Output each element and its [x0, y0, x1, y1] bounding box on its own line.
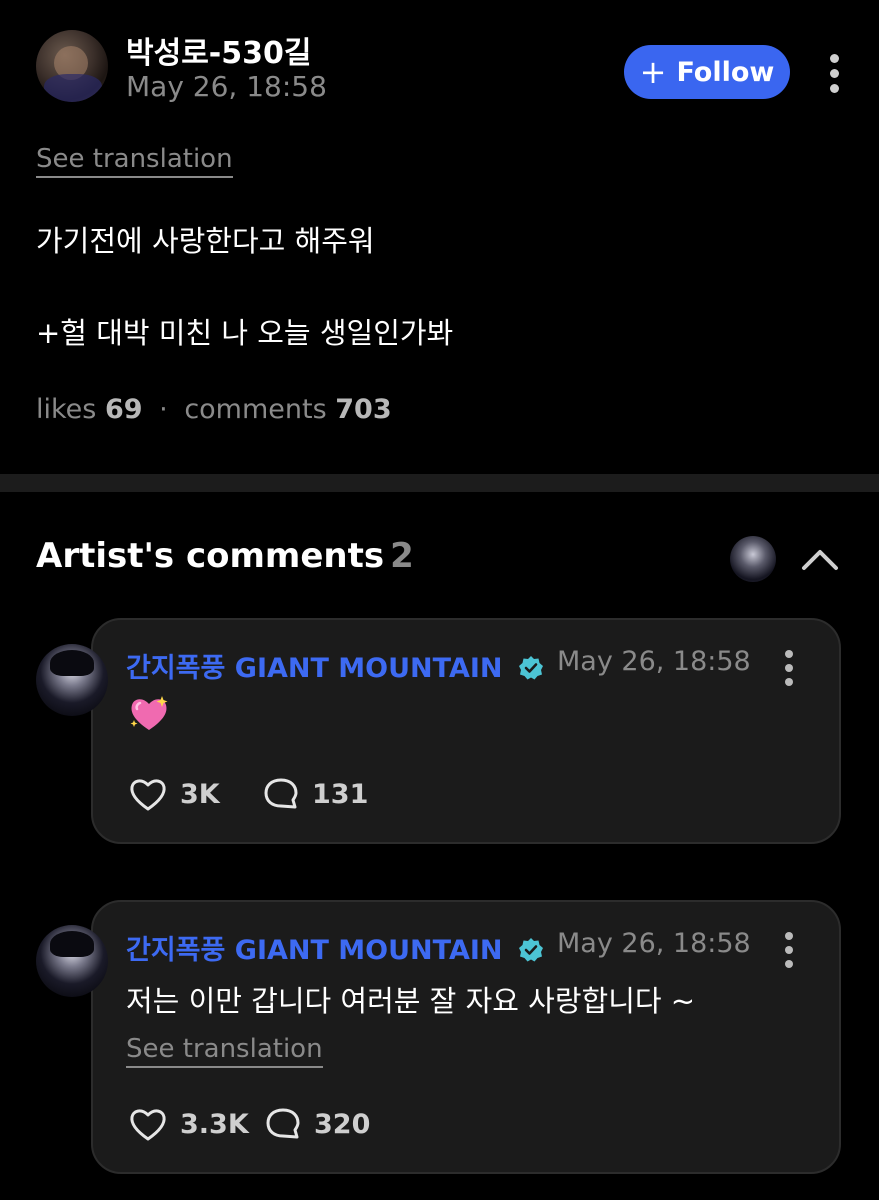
comment-timestamp: May 26, 18:58 — [557, 928, 751, 959]
comment-text: 저는 이만 갑니다 여러분 잘 자요 사랑합니다 ~ — [126, 984, 696, 1018]
like-button[interactable]: 3K — [128, 776, 220, 812]
sparkling-heart-emoji — [130, 696, 168, 730]
reply-count: 320 — [314, 1108, 371, 1140]
like-button[interactable]: 3.3K — [128, 1106, 249, 1142]
artist-mini-avatar[interactable] — [730, 536, 776, 582]
follow-button-label: Follow — [676, 56, 775, 88]
like-count: 3K — [180, 778, 220, 810]
author-name-ko: 간지폭풍 — [126, 935, 226, 966]
post-author-name[interactable]: 박성로-530길 — [126, 28, 311, 72]
plus-icon: + — [639, 53, 667, 91]
reply-button[interactable]: 320 — [264, 1106, 370, 1142]
comment-bubble-icon — [266, 1108, 300, 1139]
like-count: 3.3K — [180, 1108, 249, 1140]
section-divider — [0, 474, 879, 492]
comment-timestamp: May 26, 18:58 — [557, 646, 751, 677]
artist-comment-author[interactable]: 간지폭풍 GIANT MOUNTAIN — [126, 646, 544, 685]
author-name-ko: 간지폭풍 — [126, 653, 226, 684]
author-name-en: GIANT MOUNTAIN — [234, 935, 503, 966]
follow-button[interactable]: + Follow — [624, 45, 790, 99]
comments-count[interactable]: 703 — [335, 394, 391, 425]
artist-comments-title: Artist's comments 2 — [36, 536, 414, 576]
artist-avatar[interactable] — [36, 644, 108, 716]
see-translation-link[interactable]: See translation — [36, 144, 233, 178]
post-timestamp: May 26, 18:58 — [126, 70, 327, 103]
more-vertical-icon[interactable] — [784, 650, 794, 686]
more-vertical-icon[interactable] — [829, 54, 839, 93]
post-text-line2: +헐 대박 미친 나 오늘 생일인가봐 — [36, 316, 454, 350]
post-stats: likes 69 · comments 703 — [36, 394, 392, 425]
artist-avatar[interactable] — [36, 925, 108, 997]
post-author-avatar[interactable] — [36, 30, 108, 102]
author-name-en: GIANT MOUNTAIN — [234, 653, 503, 684]
artist-comments-title-text: Artist's comments — [36, 536, 385, 576]
verified-badge-icon — [518, 656, 543, 680]
heart-icon — [130, 779, 166, 811]
see-translation-link[interactable]: See translation — [126, 1034, 323, 1068]
more-vertical-icon[interactable] — [784, 932, 794, 968]
stats-separator: · — [159, 394, 168, 425]
heart-icon — [130, 1109, 166, 1141]
chevron-up-icon[interactable] — [800, 540, 840, 576]
artist-comments-count: 2 — [390, 536, 414, 576]
likes-label: likes — [36, 394, 97, 425]
verified-badge-icon — [518, 938, 543, 962]
comments-label: comments — [184, 394, 327, 425]
likes-count[interactable]: 69 — [105, 394, 143, 425]
post-text-line1: 가기전에 사랑한다고 해주워 — [36, 224, 375, 258]
reply-button[interactable]: 131 — [262, 776, 368, 812]
comment-bubble-icon — [264, 778, 298, 809]
artist-comment-author[interactable]: 간지폭풍 GIANT MOUNTAIN — [126, 928, 544, 967]
reply-count: 131 — [312, 778, 369, 810]
